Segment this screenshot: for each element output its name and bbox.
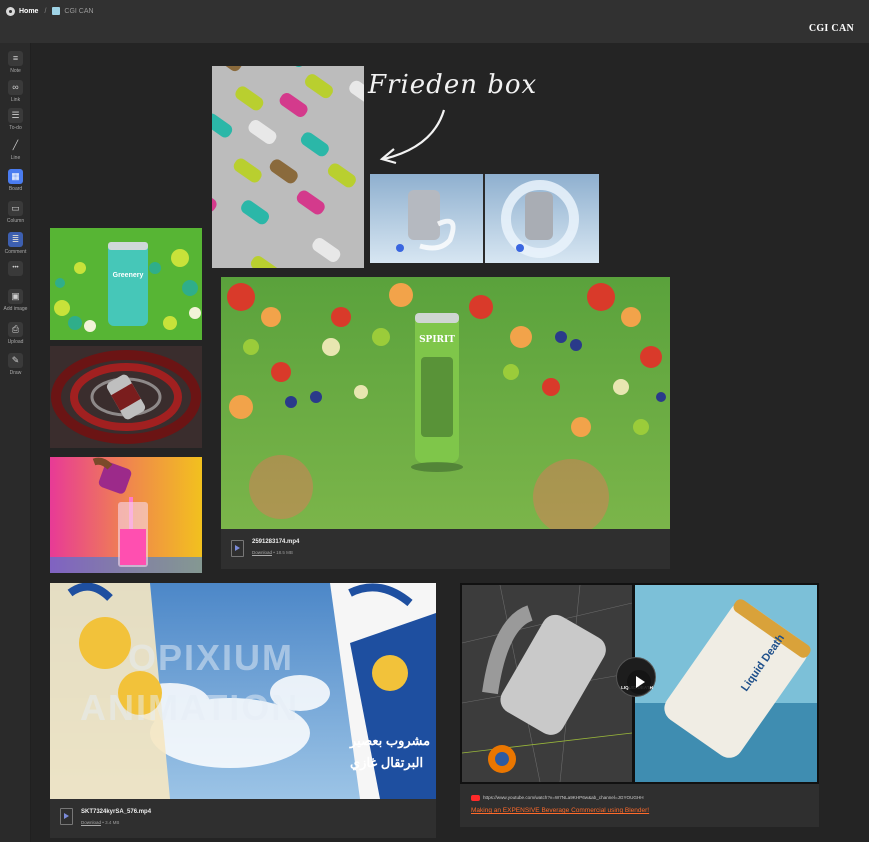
board-title[interactable]: CGI CAN bbox=[809, 23, 854, 34]
download-link[interactable]: Download bbox=[81, 820, 101, 825]
youtube-title-link[interactable]: Making an EXPENSIVE Beverage Commercial … bbox=[471, 807, 649, 814]
file-size: • 3.4 MB bbox=[102, 820, 120, 825]
sketch-note[interactable]: Frieden box bbox=[368, 70, 537, 100]
tool-link[interactable]: ∞ Link bbox=[0, 80, 31, 103]
tool-board[interactable]: ▦ Board bbox=[0, 169, 31, 192]
breadcrumb-board[interactable]: CGI CAN bbox=[64, 8, 93, 15]
tool-label: Draw bbox=[9, 370, 22, 376]
image-water-swirl-renders[interactable] bbox=[370, 174, 599, 263]
youtube-icon bbox=[471, 795, 480, 801]
greenery-graphic bbox=[50, 228, 202, 340]
tool-label: Upload bbox=[7, 339, 24, 345]
water-renders-graphic bbox=[370, 174, 599, 263]
video-card-spirit[interactable]: SPIRIT 2591283174.mp4 Download • 18.5 MB bbox=[221, 277, 670, 569]
board-icon: ▦ bbox=[8, 169, 23, 184]
tool-label: To-do bbox=[9, 125, 22, 131]
play-icon bbox=[636, 676, 645, 688]
image-greenery-can[interactable]: Greenery bbox=[50, 228, 202, 340]
youtube-card[interactable]: Liquid Death LIQUID DEATH https://www.yo… bbox=[460, 583, 819, 827]
line-icon: ╱ bbox=[12, 140, 19, 150]
tool-column[interactable]: ▭ Column bbox=[0, 201, 31, 224]
youtube-thumbnail[interactable]: Liquid Death LIQUID DEATH bbox=[460, 583, 819, 784]
arabic-text-line1: مشروب بعصير bbox=[350, 733, 431, 748]
tool-label: Add image bbox=[3, 306, 28, 312]
play-button[interactable] bbox=[627, 670, 651, 694]
video-card-opixium[interactable]: OPIXIUM ANIMATION مشروب بعصير البرتقال غ… bbox=[50, 583, 436, 838]
file-size: • 18.5 MB bbox=[273, 550, 293, 555]
upload-icon: ⎙ bbox=[8, 322, 23, 337]
tool-upload[interactable]: ⎙ Upload bbox=[0, 322, 31, 345]
link-icon: ∞ bbox=[8, 80, 23, 95]
tool-label: Comment bbox=[4, 249, 27, 255]
video-meta: Download • 18.5 MB bbox=[252, 550, 293, 555]
breadcrumb-home[interactable]: Home bbox=[19, 8, 38, 15]
tool-label: Board bbox=[8, 186, 23, 192]
tool-label: Column bbox=[6, 218, 25, 224]
tool-label: Link bbox=[10, 97, 21, 103]
breadcrumb-separator: / bbox=[44, 7, 47, 15]
board-icon bbox=[52, 7, 61, 15]
draw-icon: ✎ bbox=[8, 353, 23, 368]
youtube-url[interactable]: https://www.youtube.com/watch?v=W7NLa9KH… bbox=[483, 795, 644, 800]
video-meta: Download • 3.4 MB bbox=[81, 820, 119, 825]
animation-watermark: ANIMATION bbox=[80, 687, 300, 728]
image-pink-drink-pour[interactable] bbox=[50, 457, 202, 573]
note-icon: ≡ bbox=[8, 51, 23, 66]
tool-draw[interactable]: ✎ Draw bbox=[0, 353, 31, 376]
arabic-text-line2: البرتقال غازي bbox=[350, 755, 424, 770]
comment-icon: ≣ bbox=[8, 232, 23, 247]
todo-icon: ☰ bbox=[8, 108, 23, 123]
video-caption-spirit: 2591283174.mp4 Download • 18.5 MB bbox=[221, 529, 670, 569]
tool-todo[interactable]: ☰ To-do bbox=[0, 108, 31, 131]
spirit-can-label: SPIRIT bbox=[419, 335, 455, 345]
video-file-icon bbox=[231, 540, 244, 557]
greenery-can-label: Greenery bbox=[112, 272, 144, 279]
video-thumbnail-opixium[interactable]: OPIXIUM ANIMATION مشروب بعصير البرتقال غ… bbox=[50, 583, 436, 799]
video-filename: SKT7324kyrSA_576.mp4 bbox=[81, 809, 152, 815]
opixium-watermark: OPIXIUM bbox=[128, 637, 295, 678]
cans-pattern-graphic bbox=[212, 66, 364, 268]
image-cola-splash-can[interactable] bbox=[50, 346, 202, 448]
tool-label: Note bbox=[10, 68, 21, 74]
home-icon[interactable] bbox=[6, 6, 15, 16]
spirit-fruit-graphic bbox=[221, 277, 670, 529]
top-bar: Home / CGI CAN CGI CAN bbox=[0, 0, 869, 43]
tool-comment[interactable]: ≣ Comment bbox=[0, 232, 31, 255]
cola-splash-graphic bbox=[50, 346, 202, 448]
video-file-icon bbox=[60, 808, 73, 825]
tool-line[interactable]: ╱ Line bbox=[0, 138, 31, 161]
add-image-icon: ▣ bbox=[8, 289, 23, 304]
tool-note[interactable]: ≡ Note bbox=[0, 51, 31, 74]
download-link[interactable]: Download bbox=[252, 550, 272, 555]
more-icon: ••• bbox=[8, 261, 23, 276]
breadcrumb: Home / CGI CAN bbox=[6, 5, 94, 17]
tool-sidebar: ≡ Note ∞ Link ☰ To-do ╱ Line ▦ Board ▭ C… bbox=[0, 43, 31, 842]
tool-add-image[interactable]: ▣ Add image bbox=[0, 289, 31, 312]
tool-label: Line bbox=[10, 155, 21, 161]
image-cans-pattern[interactable] bbox=[212, 66, 364, 268]
column-icon: ▭ bbox=[8, 201, 23, 216]
video-thumbnail-spirit[interactable]: SPIRIT bbox=[221, 277, 670, 529]
video-caption-opixium: SKT7324kyrSA_576.mp4 Download • 3.4 MB bbox=[50, 799, 436, 838]
sketch-arrow[interactable] bbox=[378, 105, 453, 167]
video-filename: 2591283174.mp4 bbox=[252, 539, 300, 545]
pink-drink-graphic bbox=[50, 457, 202, 573]
tool-more[interactable]: ••• bbox=[0, 261, 31, 276]
